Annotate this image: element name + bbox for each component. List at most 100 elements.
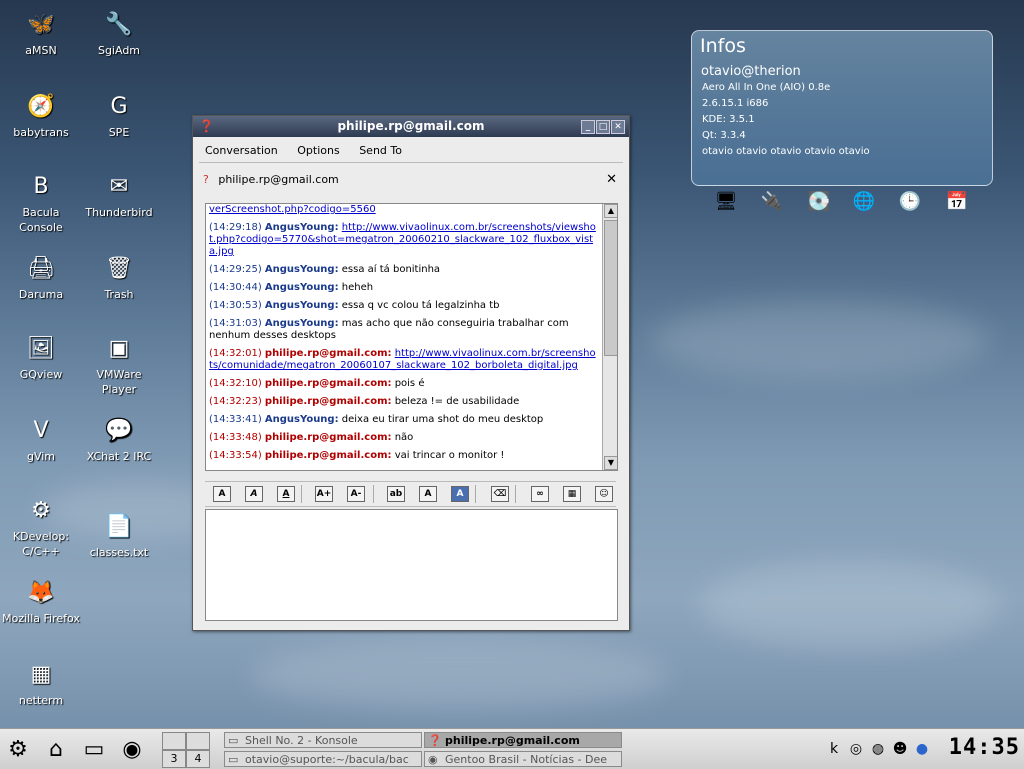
task-label: philipe.rp@gmail.com (445, 734, 580, 747)
network-icon[interactable]: ◍ (868, 733, 888, 765)
chat-message: (14:30:53) AngusYoung: essa q vc colou t… (209, 300, 597, 312)
chat-message: (14:33:48) philipe.rp@gmail.com: não (209, 432, 597, 444)
message-timestamp: (14:30:53) (209, 300, 262, 311)
terminal-icon[interactable]: ▭ (78, 733, 110, 765)
underline-button[interactable]: A (277, 486, 295, 502)
desktop-icon-label: Mozilla Firefox (2, 612, 80, 625)
task-app-icon: ▭ (228, 734, 239, 747)
desktop-icon-label: XChat 2 IRC (86, 450, 152, 463)
desktop-icon[interactable]: 🖼 GQview (2, 332, 80, 382)
desktop-icon[interactable]: 💬 XChat 2 IRC (80, 414, 158, 464)
scroll-down-icon[interactable]: ▼ (604, 456, 617, 470)
message-timestamp: (14:32:10) (209, 378, 262, 389)
insert-link-button[interactable]: ∞ (531, 486, 549, 502)
desktop-icon[interactable]: 🧭 babytrans (2, 90, 80, 140)
desktop-icon[interactable]: VgVim (2, 414, 80, 464)
italic-button[interactable]: A (245, 486, 263, 502)
keyboard-layout-icon[interactable]: k (824, 733, 844, 765)
window-titlebar[interactable]: ❓ philipe.rp@gmail.com _ □ ✕ (193, 116, 629, 137)
firefox-icon[interactable]: ◉ (116, 733, 148, 765)
pager-desktop-4[interactable]: 4 (186, 750, 210, 768)
vmware-icon: ▣ (108, 335, 130, 361)
message-sender: philipe.rp@gmail.com: (264, 432, 392, 443)
desktop-icon[interactable]: 🗑 Trash (80, 252, 158, 302)
foreground-color-button[interactable]: A (419, 486, 437, 502)
desktop-icon-label: SgiAdm (97, 44, 141, 57)
infos-user: otavio otavio otavio otavio otavio (702, 146, 870, 157)
trash-icon: 🗑 (105, 255, 133, 281)
desktop-icon[interactable]: 🔧 SgiAdm (80, 8, 158, 58)
desktop-icon[interactable]: 📄 classes.txt (80, 510, 158, 560)
desktop-icon[interactable]: ⚙ KDevelop: C/C++ (2, 494, 80, 559)
minimize-button[interactable]: _ (581, 120, 595, 134)
task-app-icon: ◉ (428, 753, 438, 766)
taskbar-task[interactable]: ▭ Shell No. 2 - Konsole (224, 732, 422, 748)
taskbar-task[interactable]: ❓ philipe.rp@gmail.com (424, 732, 622, 748)
window-title: philipe.rp@gmail.com (337, 119, 485, 133)
decrease-font-button[interactable]: A- (347, 486, 365, 502)
messenger-icon[interactable]: ☻ (890, 733, 910, 765)
desktop-icon[interactable]: ▦ netterm (2, 658, 80, 708)
desktop-icon-label: classes.txt (89, 546, 149, 559)
klipper-icon[interactable]: ◎ (846, 733, 866, 765)
desktop-icon-label: SPE (108, 126, 130, 139)
maximize-button[interactable]: □ (596, 120, 610, 134)
desktop-icon[interactable]: ✉ Thunderbird (80, 170, 158, 220)
calendar-icon[interactable]: 📅 (944, 188, 970, 214)
menu-send-to[interactable]: Send To (359, 144, 402, 157)
volume-icon[interactable]: ● (912, 733, 932, 765)
menu-options[interactable]: Options (297, 144, 339, 157)
home-icon[interactable]: ⌂ (40, 733, 72, 765)
desktop-icon[interactable]: ▣ VMWare Player (80, 332, 158, 397)
desktop-icon[interactable]: B Bacula Console (2, 170, 80, 235)
taskbar-task[interactable]: ◉ Gentoo Brasil - Notícias - Dee (424, 751, 622, 767)
message-timestamp: (14:33:48) (209, 432, 262, 443)
devices-icon[interactable]: 🔌 (759, 188, 785, 214)
network-globe-icon[interactable]: 🌐 (851, 188, 877, 214)
computer-icon[interactable]: 🖥 (713, 188, 739, 214)
background-color-button[interactable]: A (451, 486, 469, 502)
pager-desktop-3[interactable]: 3 (162, 750, 186, 768)
font-face-button[interactable]: ab (387, 486, 405, 502)
desktop-icon[interactable]: 🦋 aMSN (2, 8, 80, 58)
chat-message: (14:32:01) philipe.rp@gmail.com: http://… (209, 348, 597, 372)
message-text: heheh (341, 282, 374, 293)
close-tab-icon[interactable]: ✕ (606, 170, 617, 190)
image-viewer-icon: 🖼 (27, 335, 55, 361)
scroll-thumb[interactable] (604, 220, 617, 356)
increase-font-button[interactable]: A+ (315, 486, 333, 502)
clear-formatting-button[interactable]: ⌫ (491, 486, 509, 502)
desktop-icon-label: gVim (26, 450, 56, 463)
insert-image-button[interactable]: ▦ (563, 486, 581, 502)
message-timestamp: (14:33:54) (209, 450, 262, 461)
chat-message: (14:31:03) AngusYoung: mas acho que não … (209, 318, 597, 342)
status-icon: ? (203, 173, 209, 186)
bold-button[interactable]: A (213, 486, 231, 502)
harddisk-icon[interactable]: 💽 (806, 188, 832, 214)
chat-message: verScreenshot.php?codigo=5560 (209, 204, 597, 216)
message-link[interactable]: verScreenshot.php?codigo=5560 (209, 204, 376, 215)
message-sender: AngusYoung: (264, 282, 339, 293)
log-scrollbar[interactable]: ▲ ▼ (602, 204, 617, 470)
menu-conversation[interactable]: Conversation (205, 144, 278, 157)
close-button[interactable]: ✕ (611, 120, 625, 134)
desktop-icon[interactable]: G SPE (80, 90, 158, 140)
message-input[interactable] (205, 509, 618, 621)
pager-desktop-1[interactable] (162, 732, 186, 750)
taskbar-task[interactable]: ▭ otavio@suporte:~/bacula/bac (224, 751, 422, 767)
clock[interactable]: 14:35 (949, 735, 1020, 760)
pager-desktop-2[interactable] (186, 732, 210, 750)
kde-menu-icon[interactable]: ⚙ (2, 733, 34, 765)
conversation-log[interactable]: verScreenshot.php?codigo=5560 (14:29:18) … (205, 203, 618, 471)
desktop-icon-label: aMSN (25, 44, 57, 57)
infos-host: otavio@therion (701, 64, 801, 79)
firefox-icon: 🦊 (27, 579, 55, 605)
toolbar-separator (515, 485, 516, 503)
desktop-icon[interactable]: 🖨 Daruma (2, 252, 80, 302)
message-text: essa aí tá bonitinha (341, 264, 441, 275)
scroll-up-icon[interactable]: ▲ (604, 204, 617, 218)
insert-smiley-button[interactable]: ☺ (595, 486, 613, 502)
clock-icon[interactable]: 🕒 (897, 188, 923, 214)
infos-kde: KDE: 3.5.1 (702, 114, 755, 125)
desktop-icon[interactable]: 🦊 Mozilla Firefox (2, 576, 80, 626)
